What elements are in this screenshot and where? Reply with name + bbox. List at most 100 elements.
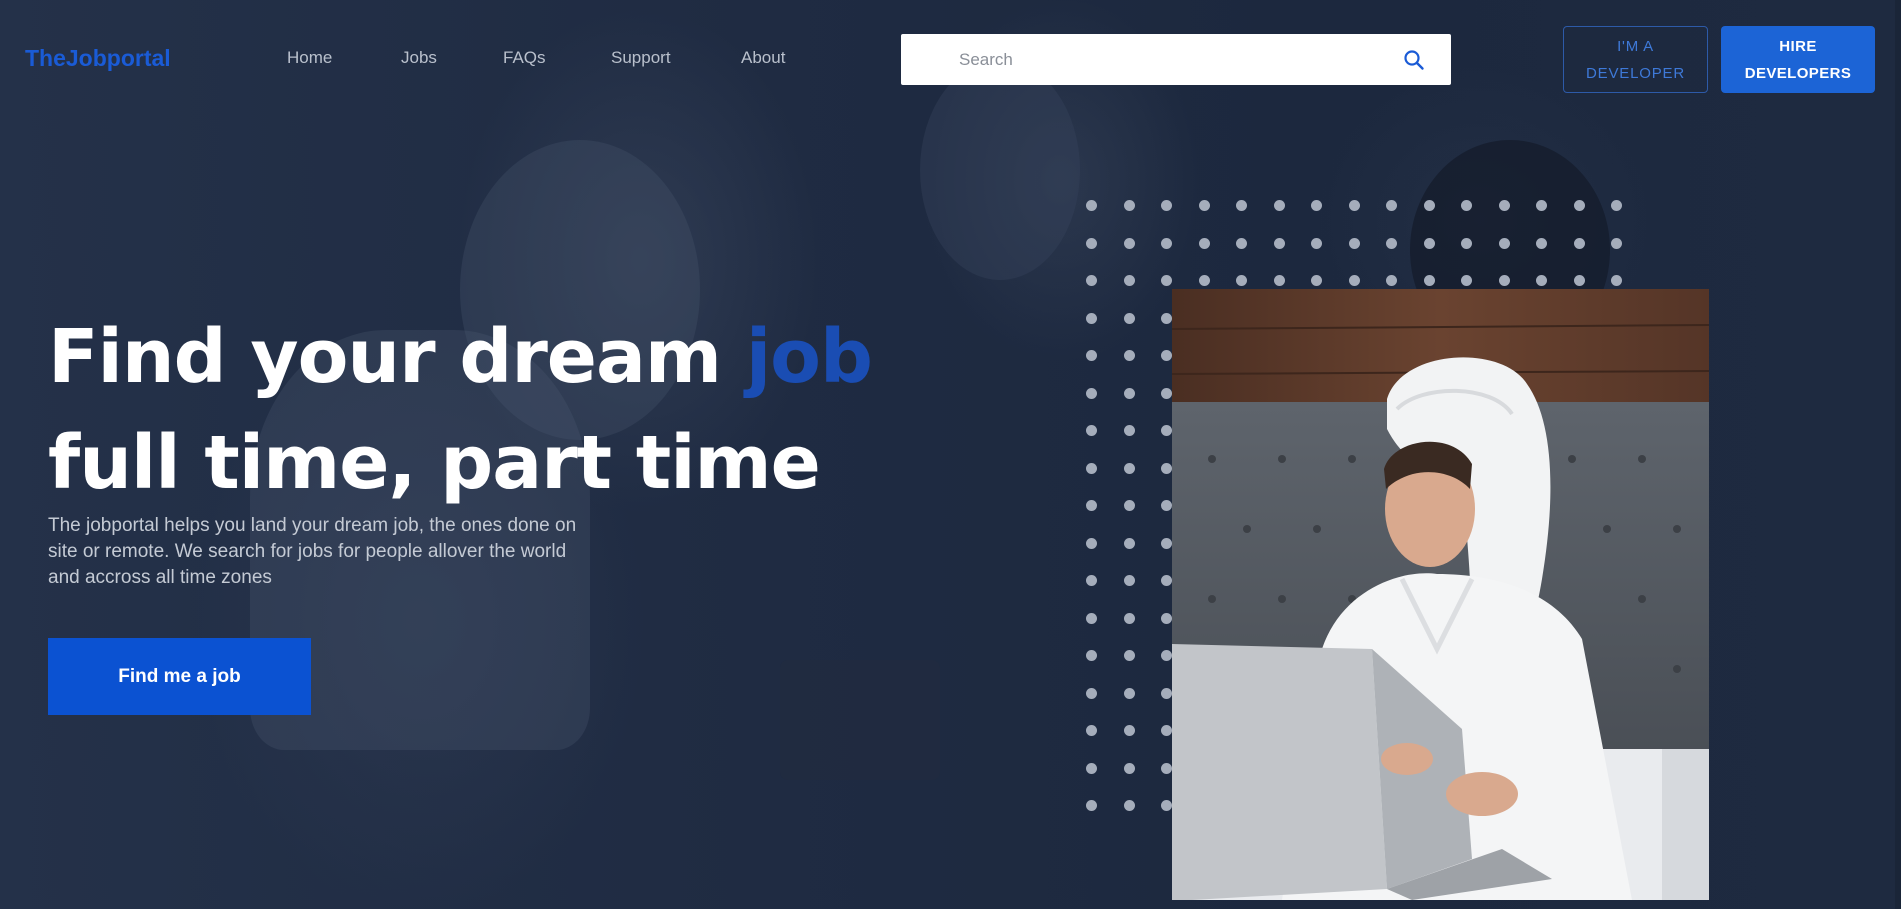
decorative-dot (1198, 237, 1210, 249)
decorative-dot (1311, 200, 1322, 211)
decorative-dot (1161, 312, 1172, 324)
decorative-dot (1161, 462, 1172, 474)
decorative-dot (1086, 275, 1097, 286)
decorative-dot (1161, 575, 1172, 586)
hero-title-line2: full time, part time (48, 420, 821, 506)
decorative-dot (1123, 387, 1135, 399)
im-a-developer-button[interactable]: I'M A DEVELOPER (1563, 26, 1708, 93)
decorative-dot (1123, 725, 1135, 736)
decorative-dot (1086, 237, 1097, 249)
decorative-dot (1573, 200, 1585, 211)
nav-item-jobs[interactable]: Jobs (401, 48, 437, 68)
decorative-dot (1161, 425, 1172, 436)
decorative-dot (1086, 350, 1097, 361)
decorative-dot (1273, 237, 1285, 249)
decorative-dot (1123, 462, 1135, 474)
decorative-dot (1461, 237, 1472, 249)
decorative-dot (1423, 275, 1435, 286)
find-me-a-job-button[interactable]: Find me a job (48, 638, 311, 715)
decorative-dot (1161, 687, 1172, 699)
decorative-dot (1423, 200, 1435, 211)
decorative-dot (1161, 800, 1172, 811)
decorative-dot (1161, 650, 1172, 661)
hero-subtitle-line2: site or remote. We search for jobs for p… (48, 541, 567, 562)
brand-logo[interactable]: TheJobportal (25, 45, 171, 72)
decorative-dot (1348, 237, 1360, 249)
hero-photo (1172, 289, 1709, 900)
background-laptop (780, 660, 940, 780)
decorative-dot (1161, 200, 1172, 211)
decorative-dot (1161, 387, 1172, 399)
search-icon[interactable] (1403, 49, 1425, 71)
decorative-dot (1236, 200, 1247, 211)
hero-subtitle-line1: The jobportal helps you land your dream … (48, 515, 577, 536)
decorative-dot (1348, 275, 1360, 286)
search-bar (901, 34, 1451, 85)
decorative-dot (1086, 687, 1097, 699)
site-header: TheJobportal Home Jobs FAQs Support Abou… (0, 0, 1901, 118)
decorative-dot (1123, 500, 1135, 511)
hire-developers-button[interactable]: HIRE DEVELOPERS (1721, 26, 1875, 93)
decorative-dot (1573, 237, 1585, 249)
decorative-dot (1386, 237, 1397, 249)
decorative-dot (1123, 200, 1135, 211)
decorative-dot (1123, 650, 1135, 661)
decorative-dot (1611, 237, 1622, 249)
decorative-dot (1123, 575, 1135, 586)
decorative-dot (1086, 537, 1097, 549)
decorative-dot (1086, 500, 1097, 511)
nav-item-support[interactable]: Support (611, 48, 671, 68)
developer-button-line1: I'M A (1617, 37, 1654, 55)
decorative-dot (1161, 275, 1172, 286)
decorative-dot (1123, 350, 1135, 361)
decorative-dot (1161, 350, 1172, 361)
hire-button-line2: DEVELOPERS (1744, 64, 1852, 82)
woman-with-laptop-illustration (1172, 289, 1709, 900)
hire-button-label: HIRE DEVELOPERS (1745, 33, 1852, 87)
decorative-dot (1348, 200, 1360, 211)
decorative-dot (1123, 312, 1135, 324)
nav-item-home[interactable]: Home (287, 48, 332, 68)
decorative-dot (1086, 312, 1097, 324)
decorative-dot (1311, 237, 1322, 249)
hero-title-accent: job (745, 314, 873, 400)
decorative-dot (1386, 200, 1397, 211)
decorative-dot (1123, 537, 1135, 549)
decorative-dot (1086, 462, 1097, 474)
decorative-dot (1086, 800, 1097, 811)
decorative-dot (1123, 425, 1135, 436)
decorative-dot (1611, 275, 1622, 286)
page-edge (1895, 0, 1901, 909)
decorative-dot (1198, 200, 1210, 211)
decorative-dot (1498, 237, 1510, 249)
decorative-dot (1273, 275, 1285, 286)
hero-title: Find your dream job full time, part time (48, 304, 873, 516)
decorative-dot (1086, 612, 1097, 624)
decorative-dot (1161, 237, 1172, 249)
decorative-dot (1161, 762, 1172, 774)
decorative-dot (1273, 200, 1285, 211)
decorative-dot (1498, 275, 1510, 286)
hero-subtitle: The jobportal helps you land your dream … (48, 513, 648, 591)
nav-item-about[interactable]: About (741, 48, 785, 68)
decorative-dot (1123, 612, 1135, 624)
decorative-dot (1161, 612, 1172, 624)
decorative-dot (1123, 275, 1135, 286)
decorative-dot (1423, 237, 1435, 249)
decorative-dot (1461, 200, 1472, 211)
decorative-dot (1123, 237, 1135, 249)
decorative-dot (1536, 200, 1547, 211)
decorative-dot (1461, 275, 1472, 286)
decorative-dot (1086, 575, 1097, 586)
hire-button-line1: HIRE (1779, 37, 1817, 55)
search-input[interactable] (959, 34, 1379, 85)
decorative-dot (1573, 275, 1585, 286)
decorative-dot (1236, 237, 1247, 249)
decorative-dot (1086, 762, 1097, 774)
decorative-dot (1536, 275, 1547, 286)
decorative-dot (1161, 725, 1172, 736)
nav-item-faqs[interactable]: FAQs (503, 48, 546, 68)
developer-button-label: I'M A DEVELOPER (1586, 33, 1685, 87)
decorative-dot (1086, 425, 1097, 436)
decorative-dot (1536, 237, 1547, 249)
